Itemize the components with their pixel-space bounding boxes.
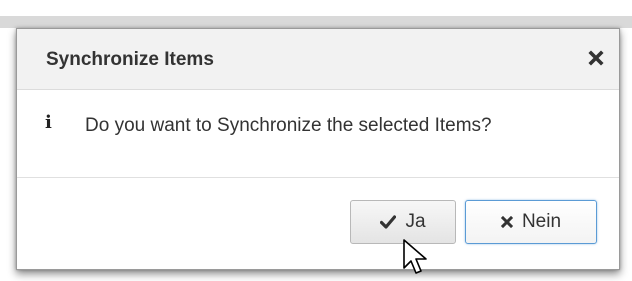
close-icon xyxy=(500,216,513,228)
dialog-message: Do you want to Synchronize the selected … xyxy=(85,115,492,136)
dialog-body: i Do you want to Synchronize the selecte… xyxy=(17,90,619,178)
info-icon: i xyxy=(45,112,52,133)
backdrop-strip xyxy=(0,16,632,28)
nein-button-label: Nein xyxy=(521,211,562,232)
nein-button[interactable]: Nein xyxy=(465,200,597,244)
dialog-header: Synchronize Items xyxy=(17,29,619,90)
synchronize-dialog: Synchronize Items i Do you want to Synch… xyxy=(16,28,620,270)
dialog-title: Synchronize Items xyxy=(46,49,214,70)
mouse-pointer-icon xyxy=(403,239,427,274)
close-button[interactable] xyxy=(583,45,609,71)
ja-button-label: Ja xyxy=(405,211,426,232)
check-icon xyxy=(380,215,397,229)
close-icon xyxy=(588,50,604,66)
dialog-footer: Ja Nein xyxy=(17,178,619,270)
